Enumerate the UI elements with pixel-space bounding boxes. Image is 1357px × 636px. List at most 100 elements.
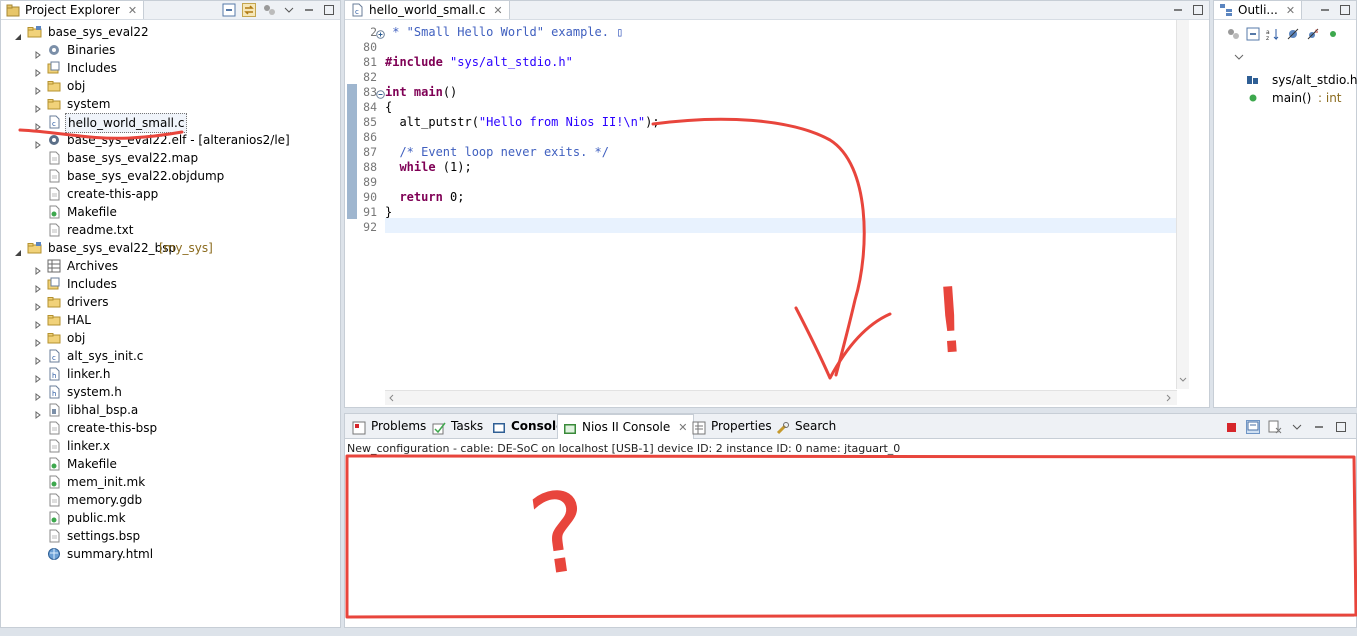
collapsed-twistie-icon[interactable] [34, 136, 42, 149]
code-token: 0; [442, 190, 465, 204]
tree-item[interactable]: obj [1, 77, 341, 95]
console-tab[interactable]: Problems [347, 414, 430, 438]
collapse-all-icon[interactable] [222, 3, 236, 17]
tree-item[interactable]: HAL [1, 311, 341, 329]
minimize-icon[interactable] [1312, 420, 1326, 434]
makefile-icon [47, 475, 61, 489]
project-label: base_sys_eval22 [48, 25, 149, 39]
collapsed-twistie-icon[interactable] [34, 388, 42, 401]
collapsed-twistie-icon[interactable] [34, 316, 42, 329]
close-icon[interactable]: ✕ [493, 4, 502, 17]
link-with-editor-icon[interactable] [242, 3, 256, 17]
console-output[interactable] [347, 456, 1354, 623]
tree-item[interactable]: system [1, 95, 341, 113]
tree-item[interactable]: memory.gdb [1, 491, 341, 509]
minimize-icon[interactable] [1318, 3, 1332, 17]
outline-expand-twistie[interactable] [1234, 51, 1244, 65]
close-icon[interactable]: ✕ [128, 4, 137, 17]
tree-item[interactable]: mem_init.mk [1, 473, 341, 491]
hide-fields-icon[interactable] [1286, 27, 1300, 41]
tree-item[interactable]: Includes [1, 275, 341, 293]
expanded-twistie-icon[interactable] [14, 28, 22, 40]
maximize-icon[interactable] [1191, 3, 1205, 17]
clear-console-icon[interactable] [1268, 420, 1282, 434]
tree-item[interactable]: obj [1, 329, 341, 347]
pin-console-icon[interactable] [1246, 420, 1260, 434]
tree-item[interactable]: c hello_world_small.c [1, 113, 341, 133]
line-number: 88 [363, 160, 377, 174]
minimize-icon[interactable] [302, 3, 316, 17]
tree-item[interactable]: drivers [1, 293, 341, 311]
terminate-icon[interactable] [1224, 420, 1238, 434]
tree-item[interactable]: h system.h [1, 383, 341, 401]
outline-item[interactable]: main() : int [1244, 89, 1354, 107]
tree-item[interactable]: linker.x [1, 437, 341, 455]
console-tab[interactable]: Nios II Console ✕ [557, 414, 695, 439]
code-area[interactable]: 2 * "Small Hello World" example. ▯ 80 81 #i… [363, 20, 1177, 389]
tree-item[interactable]: Archives [1, 257, 341, 275]
filter-icon[interactable] [1226, 27, 1240, 41]
tree-item[interactable]: Binaries [1, 41, 341, 59]
console-icon [492, 419, 506, 433]
collapsed-twistie-icon[interactable] [34, 118, 42, 131]
project-node[interactable]: base_sys_eval22 [1, 23, 341, 41]
tab-project-explorer[interactable]: Project Explorer ✕ [1, 1, 145, 19]
code-line: return 0; [385, 190, 465, 204]
tree-item[interactable]: readme.txt [1, 221, 341, 239]
outline-item[interactable]: sys/alt_stdio.h [1244, 71, 1357, 89]
file-icon [47, 493, 61, 507]
maximize-icon[interactable] [1338, 3, 1352, 17]
tree-item[interactable]: summary.html [1, 545, 341, 563]
tab-hello-world-small[interactable]: c hello_world_small.c ✕ [345, 1, 510, 19]
minimize-icon[interactable] [1171, 3, 1185, 17]
tab-outline[interactable]: Outli... ✕ [1214, 1, 1303, 19]
tree-item[interactable]: Makefile [1, 455, 341, 473]
tree-item[interactable]: Makefile [1, 203, 341, 221]
console-tab[interactable]: Search [771, 414, 840, 438]
view-menu-icon[interactable] [1290, 420, 1304, 434]
console-tab[interactable]: Properties [687, 414, 776, 438]
tree-item[interactable]: Includes [1, 59, 341, 77]
collapsed-twistie-icon[interactable] [34, 298, 42, 311]
tree-item[interactable]: h linker.h [1, 365, 341, 383]
sort-icon[interactable]: az [1266, 27, 1280, 42]
tree-item[interactable]: libhal_bsp.a [1, 401, 341, 419]
collapsed-twistie-icon[interactable] [34, 46, 42, 59]
tree-item[interactable]: create-this-app [1, 185, 341, 203]
tree-item[interactable]: settings.bsp [1, 527, 341, 545]
collapsed-twistie-icon[interactable] [34, 406, 42, 419]
tree-item[interactable]: base_sys_eval22.elf - [alteranios2/le] [1, 131, 341, 149]
collapsed-twistie-icon[interactable] [34, 334, 42, 347]
filter-icon[interactable] [262, 3, 276, 17]
fold-expand-icon[interactable] [376, 28, 385, 39]
folder-icon [47, 313, 61, 327]
collapsed-twistie-icon[interactable] [34, 82, 42, 95]
expanded-twistie-icon[interactable] [14, 244, 22, 256]
fold-collapse-icon[interactable] [376, 88, 385, 99]
code-token: return [399, 190, 443, 204]
collapsed-twistie-icon[interactable] [34, 64, 42, 77]
tree-item[interactable]: base_sys_eval22.map [1, 149, 341, 167]
tree-item[interactable]: c alt_sys_init.c [1, 347, 341, 365]
hide-static-icon[interactable]: s [1306, 27, 1320, 41]
tree-item[interactable]: create-this-bsp [1, 419, 341, 437]
maximize-icon[interactable] [1334, 420, 1348, 434]
collapsed-twistie-icon[interactable] [34, 262, 42, 275]
editor-horizontal-scrollbar[interactable] [385, 390, 1177, 405]
console-tab[interactable]: Tasks [427, 414, 487, 438]
outline-item-label: main() [1272, 91, 1312, 105]
collapsed-twistie-icon[interactable] [34, 280, 42, 293]
close-icon[interactable]: ✕ [1286, 4, 1295, 17]
console-horizontal-scrollbar[interactable] [347, 616, 1354, 625]
tree-item[interactable]: base_sys_eval22.objdump [1, 167, 341, 185]
maximize-icon[interactable] [322, 3, 336, 17]
project-node[interactable]: base_sys_eval22_bsp [my_sys] [1, 239, 341, 257]
view-menu-icon[interactable] [282, 3, 296, 17]
tree-item[interactable]: public.mk [1, 509, 341, 527]
collapsed-twistie-icon[interactable] [34, 352, 42, 365]
collapse-all-icon[interactable] [1246, 27, 1260, 41]
collapsed-twistie-icon[interactable] [34, 100, 42, 113]
include-icon [1246, 73, 1260, 87]
editor-vertical-scrollbar[interactable] [1176, 20, 1189, 389]
collapsed-twistie-icon[interactable] [34, 370, 42, 383]
